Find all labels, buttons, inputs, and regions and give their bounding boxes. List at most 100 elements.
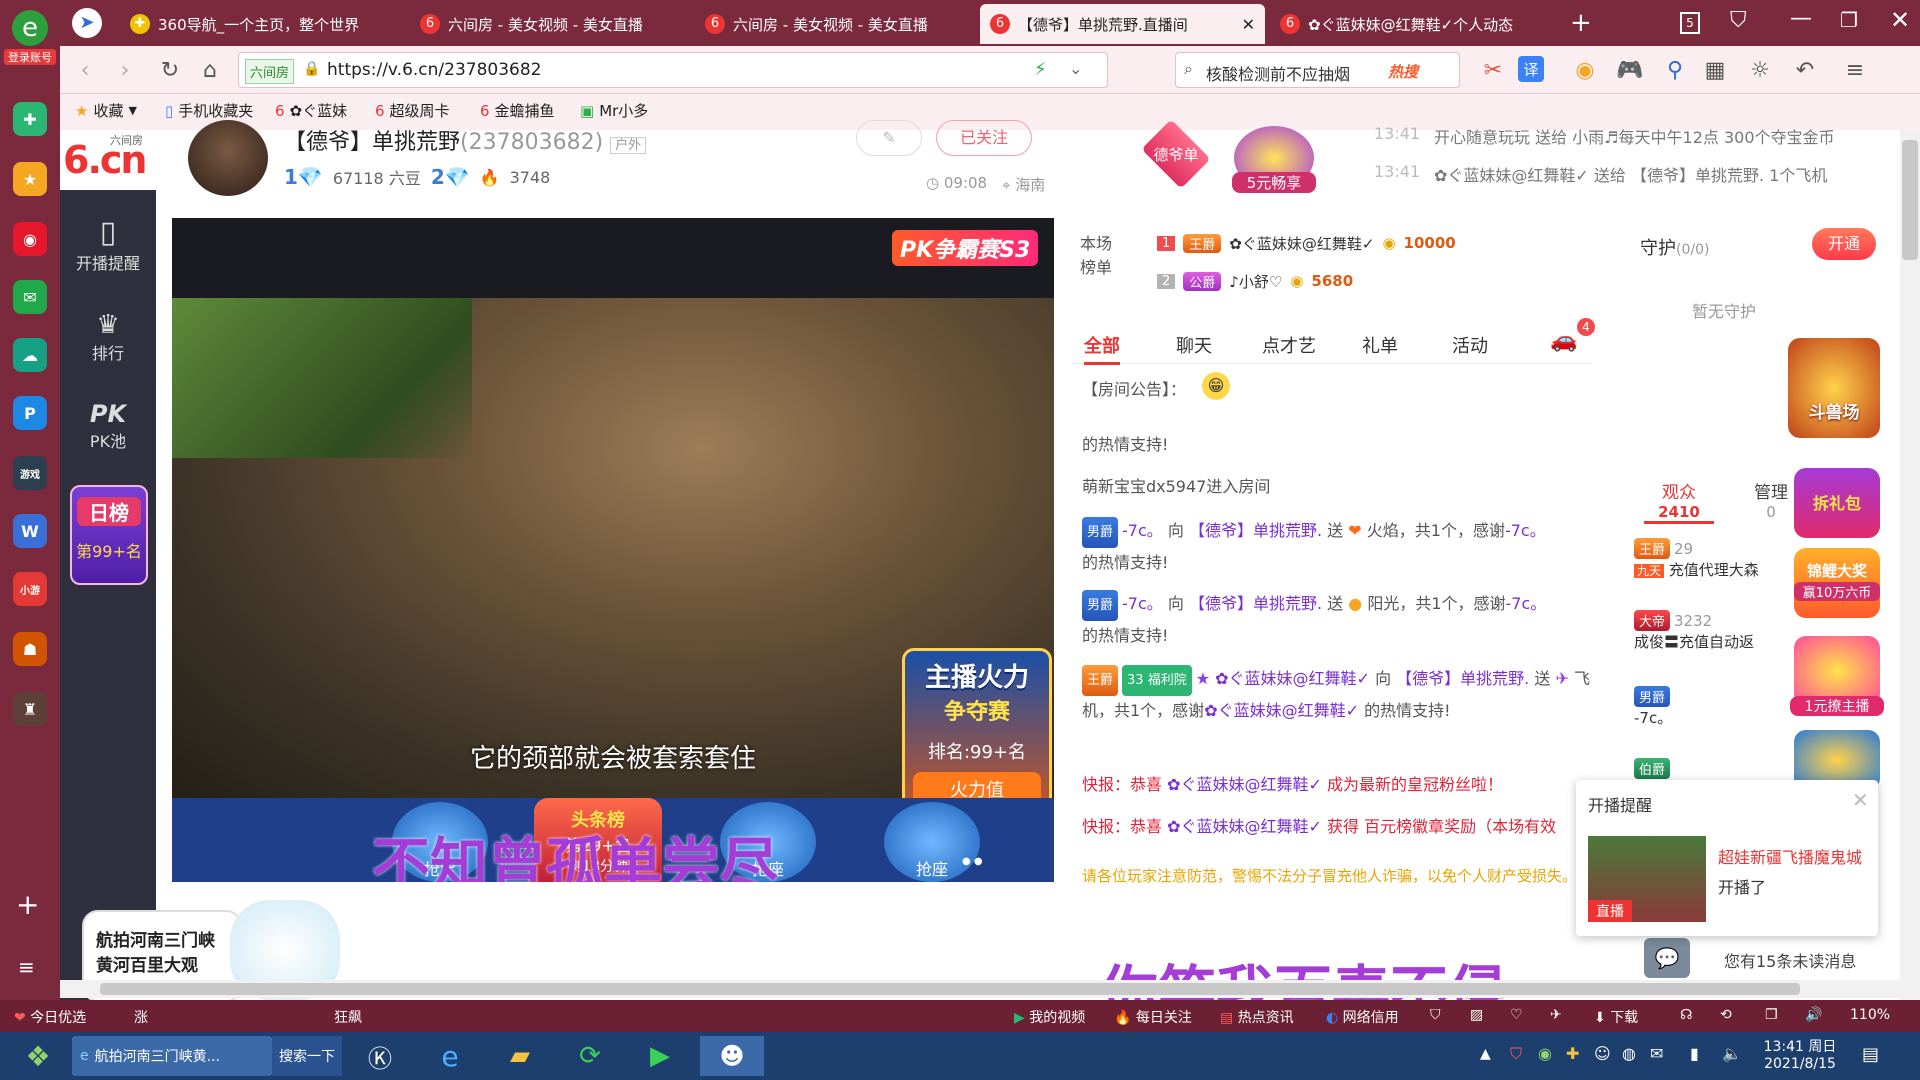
status-shield-icon[interactable]: ⛉ [1430, 1007, 1441, 1023]
video-app-icon[interactable]: 小游 [13, 572, 47, 606]
new-tab-icon[interactable]: + [1570, 8, 1592, 38]
scrollbar-thumb[interactable] [1902, 140, 1918, 260]
tab-6cn-2[interactable]: 6 六间房 - 美女视频 - 美女直播 [695, 4, 980, 44]
taskbar-active-window[interactable]: e 航拍河南三门峡黄... [72, 1036, 272, 1076]
status-my-videos[interactable]: ▶ 我的视频 [1014, 1007, 1085, 1027]
brightness-icon[interactable]: ☼ [1745, 54, 1775, 86]
shirt-icon[interactable]: ⛉ [1730, 8, 1747, 33]
car-icon[interactable]: 🚗 [1550, 328, 1577, 353]
status-daily-follow[interactable]: 🔥 每日关注 [1114, 1007, 1192, 1027]
leaderboard-row[interactable]: 2 公爵 ♪小舒♡ ◉ 5680 [1157, 268, 1597, 294]
menu-icon[interactable]: ≡ [18, 955, 35, 979]
share-icon[interactable]: ✎ [856, 120, 922, 156]
status-sync-icon[interactable]: ⟲ [1720, 1007, 1732, 1023]
audience-user[interactable]: 伯爵 [1634, 758, 1804, 779]
taskbar-search-button[interactable]: 搜索一下 [272, 1036, 342, 1076]
tab-chat[interactable]: 聊天 [1176, 332, 1212, 358]
event-logo[interactable]: PK争霸赛S3 [892, 230, 1039, 266]
game3-app-icon[interactable]: ♜ [13, 692, 47, 726]
coin-icon[interactable]: ◉ [1570, 54, 1600, 86]
page-scrollbar[interactable] [1900, 130, 1920, 1000]
game2-app-icon[interactable]: ☗ [13, 632, 47, 666]
status-heartbeat-icon[interactable]: ♡ [1510, 1007, 1523, 1023]
video-player[interactable]: PK争霸赛S3 它的颈部就会被套索套住 主播火力 争夺赛 排名:99+名 火力值… [172, 218, 1054, 882]
horizontal-scrollbar[interactable] [60, 980, 1900, 998]
tab-360[interactable]: ✚ 360导航_一个主页，整个世界 [120, 4, 410, 44]
doc-app-icon[interactable]: W [13, 514, 47, 548]
tray-plus-icon[interactable]: ✚ [1566, 1044, 1579, 1063]
tab-profile[interactable]: 6 ✿ぐ蓝妹妹@红舞鞋✓个人动态 [1270, 4, 1550, 44]
audience-user[interactable]: 男爵 -7c。 [1634, 686, 1804, 728]
cartoon-app-icon[interactable]: ☻ [700, 1036, 764, 1076]
tab-audience[interactable]: 观众 2410 [1644, 478, 1714, 524]
weibo-icon[interactable]: ◉ [13, 222, 47, 256]
status-vr-icon[interactable]: ☊ [1680, 1007, 1692, 1023]
reload-icon[interactable]: ↻ [155, 54, 185, 86]
tray-expand-icon[interactable]: ▲ [1480, 1046, 1491, 1062]
status-hot-news[interactable]: ▤ 热点资讯 [1220, 1007, 1294, 1027]
undo-icon[interactable]: ↶ [1790, 54, 1820, 86]
lightning-icon[interactable]: ⚡ [1034, 59, 1047, 80]
tray-chat-icon[interactable]: ✉ [1650, 1044, 1663, 1063]
bookmark-mobile[interactable]: ▯ 手机收藏夹 [165, 100, 253, 121]
carousel-dots[interactable]: ● ● [962, 856, 983, 867]
dropdown-icon[interactable]: ⌄ [1069, 59, 1082, 78]
gamepad-icon[interactable]: 🎮 [1615, 54, 1645, 86]
tab-gift-list[interactable]: 礼单 [1362, 332, 1398, 358]
forward-icon[interactable]: › [110, 54, 140, 86]
game-app-icon[interactable]: 游戏 [13, 456, 47, 490]
tab-count[interactable]: 5 [1680, 12, 1700, 34]
audience-user[interactable]: 王爵 29 九天 充值代理大森 [1634, 538, 1804, 580]
minimize-icon[interactable]: — [1790, 6, 1812, 31]
status-news-1[interactable]: 涨 [134, 1007, 148, 1027]
p-app-icon[interactable]: P [13, 396, 47, 430]
status-download[interactable]: ⬇ 下载 [1594, 1007, 1638, 1027]
nav-ranking[interactable]: ♛ 排行 [60, 310, 156, 364]
cloud-icon[interactable]: ☁ [13, 338, 47, 372]
status-rocket-icon[interactable]: ✈ [1550, 1007, 1562, 1023]
status-volume-icon[interactable]: 🔊 [1805, 1007, 1822, 1023]
taskbar-clock[interactable]: 13:41 周日 2021/8/15 [1755, 1036, 1845, 1072]
tray-network-icon[interactable]: ▮ [1690, 1044, 1699, 1063]
follow-button[interactable]: 已关注 [936, 120, 1032, 156]
k-app-icon[interactable]: Ⓚ [350, 1036, 410, 1076]
popup-thumbnail[interactable]: 直播 [1588, 836, 1706, 922]
notification-icon[interactable]: ▤ [1862, 1044, 1879, 1065]
bookmark-fishing[interactable]: 6 金蟾捕鱼 [480, 100, 555, 121]
leaderboard-row[interactable]: 1 王爵 ✿ぐ蓝妹妹@红舞鞋✓ ◉ 10000 [1157, 230, 1597, 256]
tray-app-icon[interactable]: ◍ [1622, 1044, 1636, 1063]
tray-360-icon[interactable]: ◉ [1538, 1044, 1552, 1063]
start-button[interactable]: ❖ [8, 1036, 68, 1076]
close-window-icon[interactable]: ✕ [1890, 6, 1910, 34]
popup-name[interactable]: 超娃新疆飞播魔鬼城 [1718, 844, 1862, 868]
translate-icon[interactable]: 译 [1518, 56, 1544, 82]
site-logo[interactable]: 6.cn 六间房 [60, 130, 156, 190]
status-news-2[interactable]: 狂飙 [334, 1007, 362, 1027]
tray-qq-icon[interactable]: ☺ [1594, 1044, 1611, 1063]
scissors-icon[interactable]: ✂ [1478, 54, 1508, 86]
restore-icon[interactable]: ❐ [1840, 8, 1858, 32]
nav-start-reminder[interactable]: ▯ 开播提醒 [60, 215, 156, 274]
bookmark-mr-xiaoduo[interactable]: ▣ Mr小多 [580, 100, 648, 121]
plus-app-icon[interactable]: ✚ [13, 102, 47, 136]
bookmark-blue-girl[interactable]: 6 ✿ぐ蓝妹 [275, 100, 347, 121]
mail-icon[interactable]: ✉ [13, 280, 47, 314]
leaderboard-title[interactable]: 本场榜单 [1076, 230, 1116, 278]
tab-6cn-1[interactable]: 6 六间房 - 美女视频 - 美女直播 [410, 4, 695, 44]
player-icon[interactable]: ▶ [630, 1036, 690, 1076]
status-credit[interactable]: ◐ 网络信用 [1326, 1007, 1399, 1027]
browser-menu-icon[interactable]: ≡ [1840, 54, 1870, 86]
grid-icon[interactable]: ▦ [1700, 54, 1730, 86]
tab-talent[interactable]: 点才艺 [1262, 332, 1316, 358]
bookmark-favorites[interactable]: ★ 收藏 ▼ [75, 100, 137, 121]
nav-pk-pool[interactable]: PK PK池 [60, 400, 156, 452]
daily-rank-badge[interactable]: 日榜 第99+名 [70, 485, 148, 585]
message-icon[interactable]: 💬 [1644, 938, 1690, 978]
magnifier-icon[interactable]: ⚲ [1660, 54, 1690, 86]
url-field[interactable]: 六间房 🔒 https://v.6.cn/237803682 ⚡ ⌄ [238, 52, 1108, 88]
unread-messages[interactable]: 您有15条未读消息 [1724, 948, 1856, 972]
close-tab-icon[interactable]: ✕ [1242, 15, 1255, 34]
popup-close-icon[interactable]: ✕ [1852, 788, 1869, 812]
ie-taskbar-icon[interactable]: e [420, 1036, 480, 1076]
status-window-icon[interactable]: ❐ [1765, 1007, 1778, 1023]
